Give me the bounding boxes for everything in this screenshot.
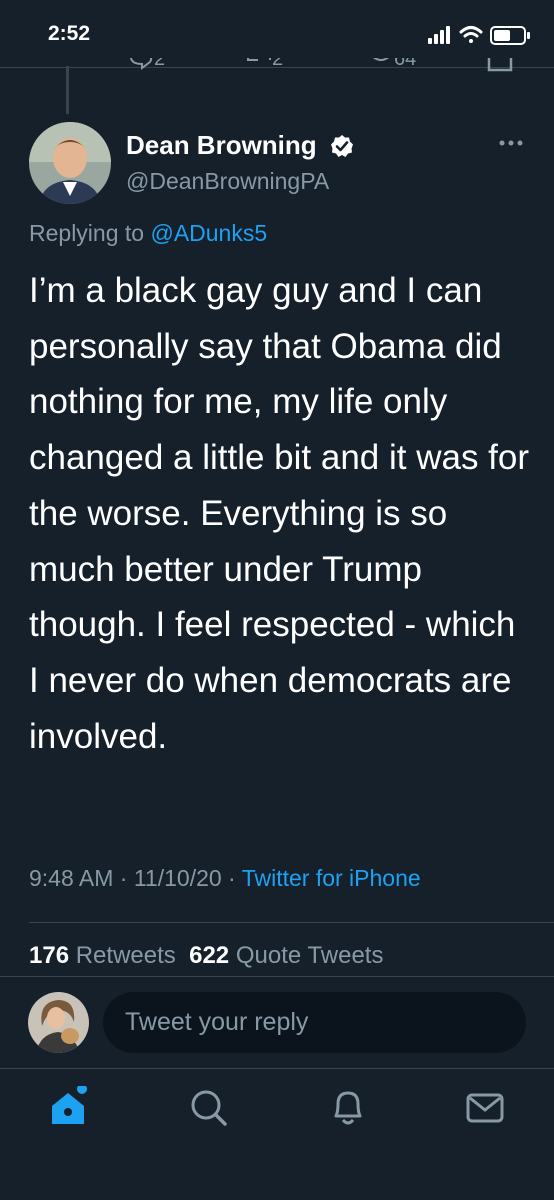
verified-icon [331, 135, 353, 157]
author-handle[interactable]: @DeanBrowningPA [126, 168, 329, 195]
messages-icon[interactable] [463, 1086, 507, 1130]
stats-bottom-divider [0, 976, 554, 977]
author-name[interactable]: Dean Browning [126, 130, 317, 161]
quotes-count: 622 [189, 942, 230, 969]
quotes-stat[interactable]: 622 Quote Tweets [189, 942, 383, 969]
tweet-text: I’m a black gay guy and I can personally… [29, 271, 530, 756]
tweet-time: 9:48 AM [29, 865, 114, 891]
reply-icon [129, 58, 153, 70]
prev-reply-count: 2 [154, 58, 166, 70]
battery-icon [490, 26, 530, 45]
reply-user-avatar[interactable] [28, 992, 89, 1053]
retweets-count: 176 [29, 942, 70, 969]
retweets-stat[interactable]: 176 Retweets [29, 942, 176, 969]
like-icon [372, 58, 390, 61]
reply-user-avatar-image [28, 992, 89, 1053]
tweet-stats: 176 Retweets 622 Quote Tweets [29, 942, 383, 970]
prev-reply-action[interactable]: 2 [128, 58, 188, 80]
prev-like-action[interactable]: 64 [368, 58, 438, 80]
status-icons [428, 26, 530, 45]
replying-to-link[interactable]: @ADunks5 [150, 220, 267, 246]
notifications-icon[interactable] [326, 1086, 370, 1130]
retweets-label: Retweets [75, 942, 176, 969]
author-avatar[interactable] [29, 122, 111, 204]
retweet-icon [247, 58, 271, 61]
prev-retweet-action[interactable]: 2 [246, 58, 306, 80]
prev-share-action[interactable] [486, 58, 514, 80]
reply-input[interactable] [103, 992, 526, 1053]
prev-like-count: 64 [394, 58, 417, 70]
prev-retweet-count: 2 [272, 58, 284, 70]
stats-top-divider [29, 922, 554, 923]
quotes-label: Quote Tweets [235, 942, 384, 969]
tweet-source[interactable]: Twitter for iPhone [242, 865, 421, 891]
signal-icon [428, 26, 450, 44]
replying-to: Replying to @ADunks5 [29, 220, 267, 247]
thread-line [66, 66, 69, 114]
status-time: 2:52 [48, 22, 91, 45]
search-icon[interactable] [187, 1086, 231, 1130]
replying-label: Replying to [29, 220, 151, 246]
share-icon [487, 58, 513, 72]
nav-divider [0, 1068, 554, 1069]
more-icon[interactable] [498, 138, 524, 148]
home-icon[interactable] [48, 1086, 92, 1130]
tweet-date: 11/10/20 [133, 865, 222, 891]
tweet-meta: 9:48 AM · 11/10/20 · Twitter for iPhone [29, 865, 421, 891]
author-avatar-image [29, 122, 111, 204]
wifi-icon [459, 26, 483, 43]
